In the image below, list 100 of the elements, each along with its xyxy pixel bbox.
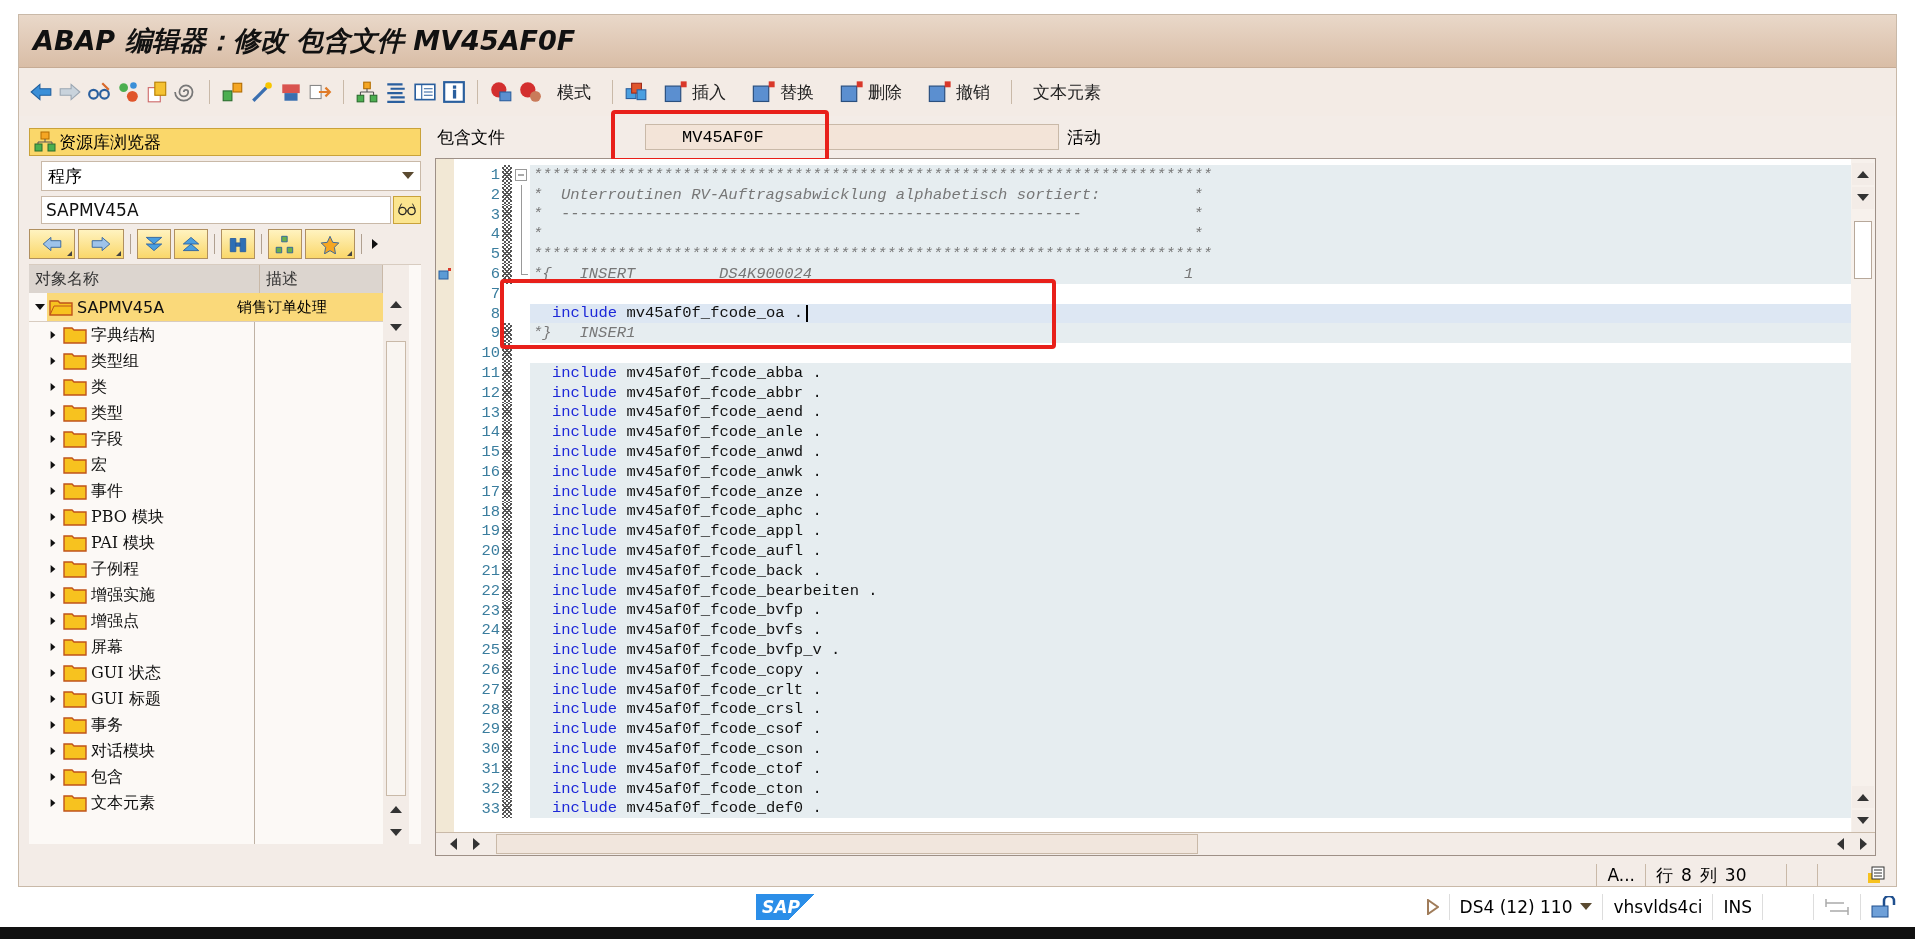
expand-triangle-icon[interactable]	[49, 486, 57, 496]
expand-triangle-icon[interactable]	[49, 408, 57, 418]
expand-triangle-icon[interactable]	[49, 642, 57, 652]
circles-icon[interactable]	[116, 80, 140, 104]
expand-triangle-icon[interactable]	[49, 382, 57, 392]
collapse-all-button[interactable]	[174, 229, 208, 259]
line-value: 8	[1681, 865, 1692, 885]
tree-row[interactable]: 事务	[29, 712, 383, 738]
object-type-dropdown[interactable]: 程序	[41, 161, 421, 191]
squares-icon[interactable]	[221, 80, 245, 104]
line-number: 27	[480, 679, 501, 700]
scroll-up-icon[interactable]	[1852, 163, 1874, 185]
toolbar-button[interactable]: 插入	[653, 76, 736, 108]
documents-icon[interactable]	[145, 80, 169, 104]
expand-triangle-icon[interactable]	[49, 564, 57, 574]
hierarchy-icon[interactable]	[355, 80, 379, 104]
folder-icon	[63, 612, 87, 630]
star-button[interactable]	[305, 229, 355, 259]
tree-row[interactable]: PAI 模块	[29, 530, 383, 556]
tree-row[interactable]: 事件	[29, 478, 383, 504]
caret-icon[interactable]	[1580, 903, 1593, 911]
folder-icon	[63, 508, 87, 526]
tree-row[interactable]: SAPMV45A 销售订单处理	[29, 293, 383, 322]
code-line: include mv45af0f_fcode_def0 .	[551, 799, 822, 818]
system-info: DS4 (12) 110	[1459, 897, 1573, 917]
expand-triangle-icon[interactable]	[49, 720, 57, 730]
lines-icon[interactable]	[384, 80, 408, 104]
scroll-up-icon[interactable]	[1852, 786, 1874, 808]
tree-label: 文本元素	[91, 792, 155, 814]
scroll-down-icon[interactable]	[1852, 187, 1874, 209]
tree-row[interactable]: 字典结构	[29, 322, 383, 348]
info-icon[interactable]	[442, 80, 466, 104]
toolbar-button[interactable]: 替换	[741, 76, 824, 108]
expand-triangle-icon[interactable]	[49, 434, 57, 444]
expand-triangle-icon[interactable]	[49, 746, 57, 756]
code-line: include mv45af0f_fcode_copy .	[551, 660, 822, 679]
scrollbar-thumb[interactable]	[1854, 221, 1872, 279]
expand-triangle-icon[interactable]	[49, 772, 57, 782]
lock-icon[interactable]	[1871, 896, 1897, 918]
line-number: 12	[480, 382, 501, 403]
expand-triangle-icon[interactable]	[49, 694, 57, 704]
expand-triangle-icon[interactable]	[49, 356, 57, 366]
expand-triangle-icon[interactable]	[49, 330, 57, 340]
scrollbar-thumb[interactable]	[496, 834, 1198, 854]
forward-arrow-button[interactable]	[78, 229, 124, 259]
tree-label: PBO 模块	[91, 506, 165, 528]
expand-triangle-icon[interactable]	[49, 538, 57, 548]
column-header[interactable]: 对象名称	[29, 265, 260, 293]
tree-label: 类型组	[91, 350, 139, 372]
expand-triangle-icon[interactable]	[49, 460, 57, 470]
expand-triangle-icon[interactable]	[49, 668, 57, 678]
tree-row[interactable]: 子例程	[29, 556, 383, 582]
toolbar-button[interactable]: 撤销	[917, 76, 1000, 108]
tree-row[interactable]: 对话模块	[29, 738, 383, 764]
hierarchy-button[interactable]	[268, 229, 302, 259]
tree-row[interactable]: 增强点	[29, 608, 383, 634]
expand-triangle-icon[interactable]	[49, 616, 57, 626]
tree-row[interactable]: 增强实施	[29, 582, 383, 608]
tree-row[interactable]: 字段	[29, 426, 383, 452]
expand-triangle-icon[interactable]	[49, 590, 57, 600]
expand-all-button[interactable]	[137, 229, 171, 259]
scroll-down-icon[interactable]	[1852, 810, 1874, 832]
text-button[interactable]: 模式	[547, 76, 601, 108]
line-number: 31	[480, 758, 501, 779]
tree-row[interactable]: 屏幕	[29, 634, 383, 660]
tree-row[interactable]: 类型组	[29, 348, 383, 374]
caret-icon	[402, 172, 414, 180]
scrollbar-track[interactable]	[386, 341, 406, 796]
more-icon[interactable]	[372, 239, 378, 249]
object-name-field[interactable]: SAPMV45A	[41, 196, 391, 224]
line-number: 10	[480, 343, 501, 363]
tree-row[interactable]: 类	[29, 374, 383, 400]
tree-label: 增强点	[91, 610, 139, 632]
code-comment: * Unterroutinen RV-Auftragsabwicklung alphabetisch sortiert: *	[533, 185, 1203, 204]
expand-triangle-icon[interactable]	[35, 302, 45, 312]
tree-label: 类	[91, 376, 107, 398]
text-button[interactable]: 文本元素	[1023, 76, 1111, 108]
tree-row[interactable]: GUI 状态	[29, 660, 383, 686]
text-cursor	[806, 304, 809, 322]
include-name-field[interactable]: MV45AF0F	[645, 124, 1059, 150]
code-line: include mv45af0f_fcode_aphc .	[551, 502, 822, 521]
tree-label: 包含	[91, 766, 123, 788]
tree-row[interactable]: 宏	[29, 452, 383, 478]
tree-row[interactable]: GUI 标题	[29, 686, 383, 712]
wand-icon[interactable]	[250, 80, 274, 104]
tree-row[interactable]: PBO 模块	[29, 504, 383, 530]
repository-browser-button[interactable]: 资源库浏览器	[29, 128, 421, 156]
back-arrow-button[interactable]	[29, 229, 75, 259]
back-arrow-icon[interactable]	[29, 80, 53, 104]
tree-row[interactable]: 类型	[29, 400, 383, 426]
folder-icon	[63, 638, 87, 656]
collapse-icon[interactable]	[515, 168, 527, 181]
tree-row[interactable]: 包含	[29, 764, 383, 790]
notes-icon[interactable]	[1866, 865, 1886, 885]
tree-row[interactable]: 文本元素	[29, 790, 383, 816]
expand-triangle-icon[interactable]	[49, 512, 57, 522]
display-button[interactable]	[393, 196, 421, 224]
toolbar-button[interactable]: 删除	[829, 76, 912, 108]
triangle-icon[interactable]	[1426, 899, 1439, 915]
expand-triangle-icon[interactable]	[49, 798, 57, 808]
